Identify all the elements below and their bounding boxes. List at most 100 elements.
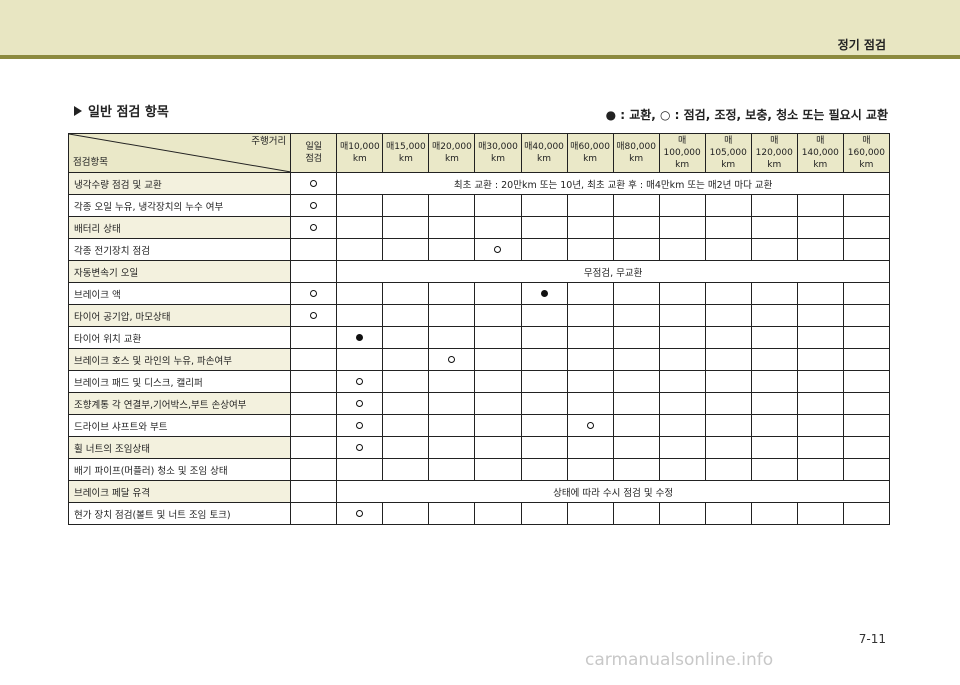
column-header: 매15,000 km — [382, 133, 430, 173]
inspect-circle-icon — [310, 312, 318, 319]
column-header: 매60,000 km — [566, 133, 614, 173]
column-header-line: 매160,000 — [847, 136, 886, 158]
daily-cell — [290, 216, 338, 239]
interval-cell — [704, 194, 752, 217]
watermark: carmanualsonline.info — [585, 650, 774, 670]
column-header-line: 일일 — [305, 142, 323, 152]
interval-cell — [382, 370, 430, 393]
interval-cell — [382, 348, 430, 371]
interval-cell — [382, 238, 430, 261]
interval-cell — [750, 348, 798, 371]
interval-cell — [612, 304, 660, 327]
table-row: 타이어 위치 교환 — [67, 326, 891, 349]
interval-cell — [428, 370, 476, 393]
interval-cell — [796, 194, 844, 217]
interval-cell — [566, 216, 614, 239]
interval-cell — [842, 238, 891, 261]
table-row: 조향계통 각 연결부,기어박스,부트 손상여부 — [67, 392, 891, 415]
column-header-line: km — [721, 160, 736, 170]
interval-cell — [704, 326, 752, 349]
daily-cell — [290, 436, 338, 459]
interval-cell — [796, 348, 844, 371]
interval-cell — [842, 458, 891, 481]
heading: 일반 점검 항목 — [74, 101, 169, 120]
interval-cell — [566, 326, 614, 349]
inspect-circle-icon — [310, 290, 318, 297]
interval-cell — [612, 282, 660, 305]
interval-cell — [566, 282, 614, 305]
interval-cell — [658, 392, 706, 415]
interval-cell — [796, 216, 844, 239]
interval-cell — [796, 436, 844, 459]
interval-cell — [796, 414, 844, 437]
column-header: 매80,000 km — [612, 133, 660, 173]
header-rule — [0, 55, 960, 59]
interval-cell — [612, 392, 660, 415]
interval-cell — [796, 458, 844, 481]
interval-cell — [704, 414, 752, 437]
daily-cell — [290, 392, 338, 415]
interval-cell — [428, 414, 476, 437]
interval-cell — [750, 414, 798, 437]
interval-cell — [658, 238, 706, 261]
row-item-label: 드라이브 샤프트와 부트 — [67, 414, 292, 437]
interval-cell — [750, 216, 798, 239]
daily-cell — [290, 480, 338, 503]
interval-cell — [750, 238, 798, 261]
interval-cell — [520, 216, 568, 239]
interval-cell — [612, 326, 660, 349]
column-header-line: km — [859, 160, 874, 170]
interval-cell — [474, 304, 522, 327]
interval-cell — [842, 348, 891, 371]
interval-cell — [336, 414, 384, 437]
header-band — [0, 0, 960, 55]
span-note-cell: 상태에 따라 수시 점검 및 수정 — [336, 480, 890, 503]
interval-cell — [336, 348, 384, 371]
column-header-line: 매15,000 — [385, 142, 426, 152]
column-header-line: 매10,000 — [339, 142, 380, 152]
interval-cell — [750, 436, 798, 459]
inspect-circle-icon — [356, 510, 364, 517]
interval-cell — [428, 238, 476, 261]
interval-cell — [658, 436, 706, 459]
interval-cell — [796, 392, 844, 415]
interval-cell — [566, 392, 614, 415]
interval-cell — [428, 436, 476, 459]
interval-cell — [704, 458, 752, 481]
interval-cell — [704, 392, 752, 415]
daily-cell — [290, 348, 338, 371]
interval-cell — [520, 304, 568, 327]
row-item-label: 타이어 위치 교환 — [67, 326, 292, 349]
daily-cell — [290, 414, 338, 437]
interval-cell — [750, 194, 798, 217]
column-header-line: km — [398, 154, 413, 164]
triangle-bullet-icon — [74, 105, 82, 116]
interval-cell — [842, 304, 891, 327]
interval-cell — [336, 282, 384, 305]
interval-cell — [428, 194, 476, 217]
interval-cell — [704, 304, 752, 327]
table-row: 배기 파이프(머플러) 청소 및 조임 상태 — [67, 458, 891, 481]
column-header-line: 매20,000 — [432, 142, 472, 152]
column-header-line: km — [352, 154, 367, 164]
interval-cell — [474, 282, 522, 305]
table-row: 배터리 상태 — [67, 216, 891, 239]
table-row: 휠 너트의 조임상태 — [67, 436, 891, 459]
table-header-row: 주행거리 점검항목 일일 점검 매10,000 km 매15,000 km 매20,000 km 매… — [67, 133, 891, 173]
column-header-line: km — [583, 154, 598, 164]
column-header-line: km — [813, 160, 828, 170]
interval-cell — [658, 326, 706, 349]
corner-bottom-label: 점검항목 — [73, 157, 108, 168]
interval-cell — [796, 326, 844, 349]
interval-cell — [428, 458, 476, 481]
column-header-line: km — [675, 160, 690, 170]
section-title: 정기 점검 — [837, 38, 886, 52]
interval-cell — [336, 370, 384, 393]
interval-cell — [382, 304, 430, 327]
span-note-cell: 무점검, 무교환 — [336, 260, 890, 283]
interval-cell — [566, 370, 614, 393]
interval-cell — [382, 194, 430, 217]
column-header-line: 매120,000 — [755, 136, 793, 158]
interval-cell — [474, 392, 522, 415]
interval-cell — [612, 238, 660, 261]
